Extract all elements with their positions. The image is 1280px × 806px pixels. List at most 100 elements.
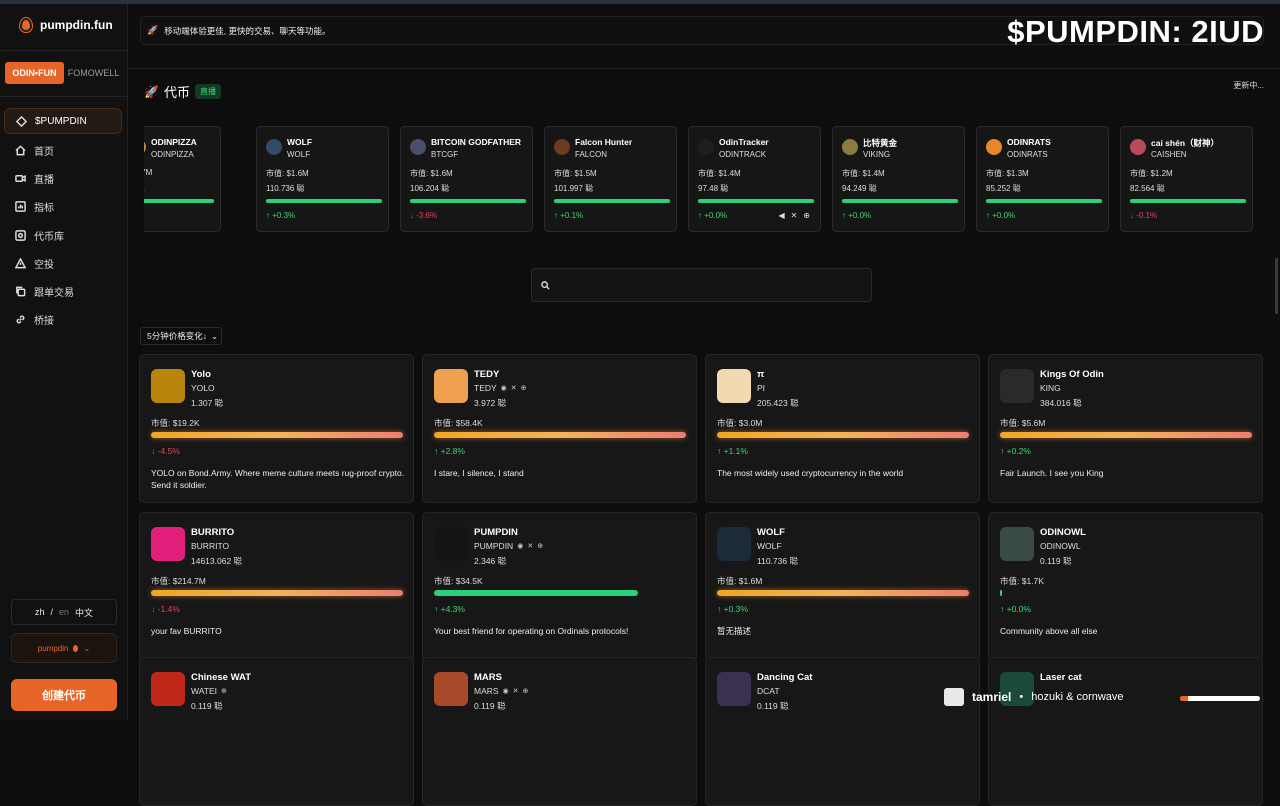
token-ticker[interactable]: ODINPIZZAODINPIZZA$1.7M5 聪%WOLFWOLF市值: $… bbox=[144, 118, 1264, 244]
token-card[interactable]: Laser cat bbox=[988, 657, 1263, 806]
ticker-card[interactable]: Falcon Hunter FALCON 市值: $1.5M 101.997 聪 ↑ +… bbox=[544, 126, 677, 232]
holders: 0.119 聪 bbox=[191, 701, 223, 711]
price-change: ↑ +0.2% bbox=[1000, 446, 1031, 456]
sidebar-nav: $PUMPDIN 首页 直播 指标 代币库 空投 跟单交易 桥接 bbox=[4, 108, 122, 334]
stream-overlay-title: $PUMPDIN: 2IUD bbox=[1007, 14, 1264, 49]
lang-en[interactable]: en bbox=[59, 607, 69, 617]
brand[interactable]: pumpdin.fun bbox=[20, 18, 113, 32]
progress-bar bbox=[1130, 199, 1246, 203]
token-card[interactable]: Kings Of Odin KING 384.016 聪市值: $5.6M ↑ +0.… bbox=[988, 354, 1263, 503]
token-card[interactable]: ODINOWL ODINOWL 0.119 聪市值: $1.7K ↑ +0.0% Com… bbox=[988, 512, 1263, 661]
x-icon[interactable]: ✕ bbox=[527, 542, 533, 550]
market-cap: $1.7M bbox=[144, 168, 153, 177]
ticker-card[interactable]: OdinTracker ODINTRACK 市值: $1.4M 97.48 聪 ↑ +0… bbox=[688, 126, 821, 232]
token-card[interactable]: PUMPDIN PUMPDIN ◉ ✕ ⊕ 2.346 聪市值: $34.5K ↑ +4.3… bbox=[422, 512, 697, 661]
sidebar-item-label: 桥接 bbox=[34, 316, 54, 328]
token-card[interactable]: MARS MARS ◉ ✕ ⊕ 0.119 聪 bbox=[422, 657, 697, 806]
token-card[interactable]: TEDY TEDY ◉ ✕ ⊕ 3.972 聪市值: $58.4K ↑ +2.8% I sta… bbox=[422, 354, 697, 503]
token-symbol: FALCON bbox=[575, 150, 608, 159]
token-icon bbox=[698, 139, 714, 155]
token-symbol: WOLF bbox=[757, 541, 782, 551]
token-symbol: ODINRATS bbox=[1007, 150, 1048, 159]
market-cap: 市值: $5.6M bbox=[1000, 418, 1046, 428]
token-card[interactable]: BURRITO BURRITO 14613.062 聪市值: $214.7M ↓ -1… bbox=[139, 512, 414, 661]
token-name: TEDY bbox=[474, 369, 500, 380]
ticker-card[interactable]: 比特黄金 VIKING 市值: $1.4M 94.249 聪 ↑ +0.0% bbox=[832, 126, 965, 232]
holders: 0.119 聪 bbox=[474, 701, 506, 711]
token-card[interactable]: Yolo YOLO 1.307 聪市值: $19.2K ↓ -4.5% YOLO on … bbox=[139, 354, 414, 503]
sidebar-item-copy-trading[interactable]: 跟单交易 bbox=[4, 277, 122, 305]
token-icon bbox=[266, 139, 282, 155]
price-change: ↑ +0.3% bbox=[266, 211, 296, 220]
globe-icon[interactable]: ⊕ bbox=[537, 542, 543, 550]
token-card[interactable]: WOLF WOLF 110.736 聪市值: $1.6M ↑ +0.3% 暂无描述 bbox=[705, 512, 980, 661]
token-description: Fair Launch. I see you King bbox=[1000, 468, 1104, 478]
ticker-card[interactable]: cai shén（财神） CAISHEN 市值: $1.2M 82.564 聪 ↓ -0… bbox=[1120, 126, 1253, 232]
token-symbol: PUMPDIN bbox=[474, 541, 514, 551]
token-avatar bbox=[151, 672, 185, 706]
token-card[interactable]: Dancing Cat DCAT 0.119 聪 bbox=[705, 657, 980, 806]
x-icon[interactable]: ✕ bbox=[513, 687, 519, 695]
price-change: ↑ +2.8% bbox=[434, 446, 465, 456]
globe-icon[interactable]: ⊕ bbox=[521, 384, 527, 392]
ticker-card[interactable]: BITCOIN GODFATHER BTCGF 市值: $1.6M 106.204 聪… bbox=[400, 126, 533, 232]
market-cap: 市值: $1.6M bbox=[266, 169, 309, 178]
market-cap: 市值: $3.0M bbox=[717, 418, 763, 428]
token-symbol-row: MARS ◉ ✕ ⊕ bbox=[474, 686, 528, 696]
token-card[interactable]: Chinese WAT WATEI ⊕ 0.119 聪 bbox=[139, 657, 414, 806]
ticker-card[interactable]: WOLF WOLF 市值: $1.6M 110.736 聪 ↑ +0.3% bbox=[256, 126, 389, 232]
token-description: Your best friend for operating on Ordina… bbox=[434, 626, 629, 636]
sidebar-item-token-library[interactable]: 代币库 bbox=[4, 221, 122, 249]
sort-dropdown[interactable]: 5分钟价格变化↓ ⌄ bbox=[140, 327, 222, 345]
divider bbox=[0, 50, 128, 51]
x-icon[interactable]: ✕ bbox=[791, 211, 798, 220]
globe-icon[interactable]: ⊕ bbox=[803, 211, 810, 220]
globe-icon[interactable]: ⊕ bbox=[221, 687, 227, 695]
sidebar-item-label: 指标 bbox=[34, 203, 54, 215]
telegram-icon[interactable]: ◉ bbox=[517, 542, 523, 550]
lang-zh[interactable]: zh bbox=[35, 607, 45, 617]
sidebar-item-bridge[interactable]: 桥接 bbox=[4, 306, 122, 334]
sidebar-item-pumpdin[interactable]: $PUMPDIN bbox=[4, 108, 122, 134]
wallet-dropdown[interactable]: pumpdin ⌄ bbox=[11, 633, 117, 663]
sidebar-item-metrics[interactable]: 指标 bbox=[4, 193, 122, 221]
sidebar-item-live[interactable]: 直播 bbox=[4, 164, 122, 192]
progress-bar bbox=[698, 199, 814, 203]
create-token-button[interactable]: 创建代币 bbox=[11, 679, 117, 711]
token-icon bbox=[410, 139, 426, 155]
search-icon bbox=[541, 281, 550, 290]
telegram-icon[interactable]: ◉ bbox=[501, 384, 507, 392]
token-symbol: VIKING bbox=[863, 150, 891, 159]
platform-switch[interactable]: ODIN•FUN FOMOWELL bbox=[5, 62, 123, 84]
token-card[interactable]: π PI 205.423 聪市值: $3.0M ↑ +1.1% The most wid… bbox=[705, 354, 980, 503]
platform-odin-fun[interactable]: ODIN•FUN bbox=[5, 62, 64, 84]
sidebar: pumpdin.fun ODIN•FUN FOMOWELL $PUMPDIN 首… bbox=[0, 4, 128, 720]
token-avatar bbox=[434, 369, 468, 403]
ticker-card[interactable]: ODINRATS ODINRATS 市值: $1.3M 85.252 聪 ↑ +0.0% bbox=[976, 126, 1109, 232]
holders: 2.346 聪 bbox=[474, 556, 507, 566]
language-switch[interactable]: zh / en 中文 bbox=[11, 599, 117, 625]
token-symbol: ODINPIZZA bbox=[151, 150, 194, 159]
progress-bar bbox=[717, 432, 969, 438]
token-avatar bbox=[151, 369, 185, 403]
platform-fomowell[interactable]: FOMOWELL bbox=[64, 62, 123, 84]
token-symbol-row: WATEI ⊕ bbox=[191, 686, 227, 696]
x-icon[interactable]: ✕ bbox=[511, 384, 517, 392]
search-input[interactable] bbox=[531, 268, 872, 302]
market-cap: 市值: $214.7M bbox=[151, 576, 206, 586]
holders: 97.48 聪 bbox=[698, 184, 729, 193]
token-name: ODINOWL bbox=[1040, 527, 1086, 538]
sidebar-item-home[interactable]: 首页 bbox=[4, 136, 122, 164]
scrollbar[interactable] bbox=[1275, 258, 1278, 314]
progress-bar bbox=[434, 590, 638, 596]
market-cap: 市值: $19.2K bbox=[151, 418, 200, 428]
track-name: hozuki & cornwave bbox=[1031, 691, 1124, 703]
sidebar-item-airdrop[interactable]: 空投 bbox=[4, 249, 122, 277]
token-symbol: CAISHEN bbox=[1151, 150, 1187, 159]
token-symbol: DCAT bbox=[757, 686, 780, 696]
telegram-icon[interactable]: ◉ bbox=[503, 687, 509, 695]
ticker-card[interactable]: ODINPIZZAODINPIZZA$1.7M5 聪% bbox=[144, 126, 221, 232]
globe-icon[interactable]: ⊕ bbox=[523, 687, 529, 695]
lang-label: 中文 bbox=[75, 607, 94, 618]
telegram-icon[interactable]: ◀ bbox=[778, 211, 784, 220]
